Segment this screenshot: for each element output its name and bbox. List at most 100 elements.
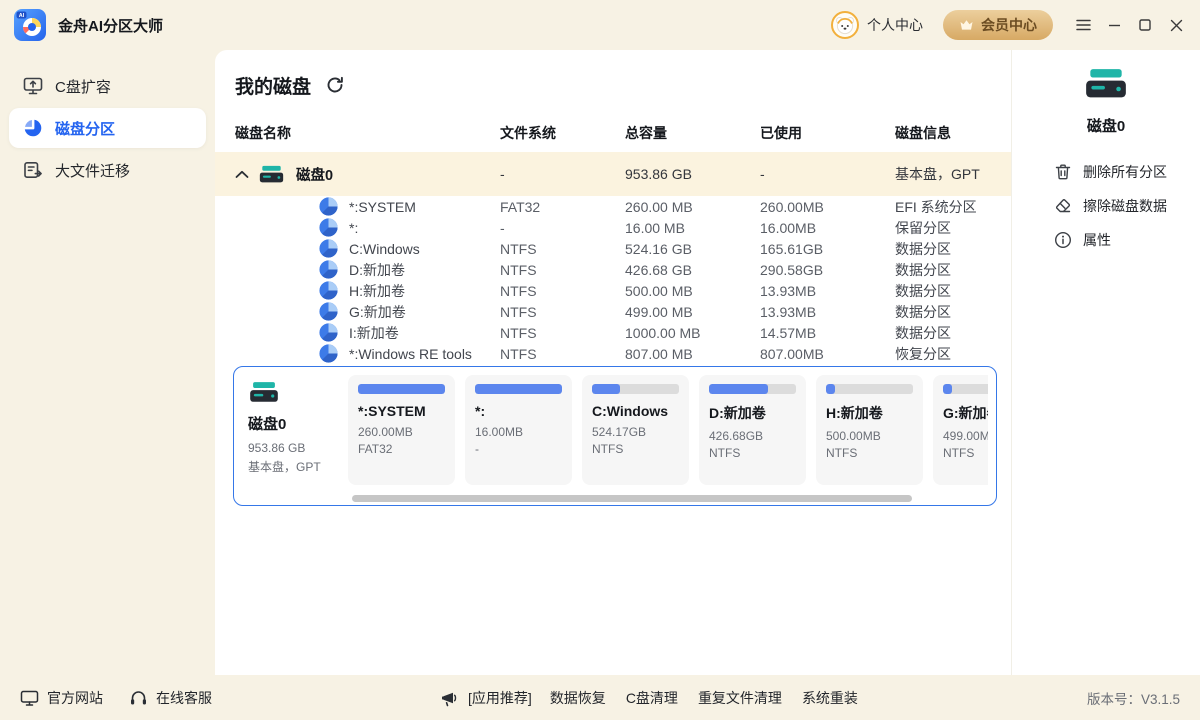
- chevron-up-icon[interactable]: [235, 170, 249, 179]
- partition-name: D:新加卷: [349, 260, 405, 280]
- usage-bar: [943, 384, 988, 394]
- disk-total: 953.86 GB: [625, 166, 760, 182]
- partition-info: 数据分区: [895, 302, 997, 322]
- card-partition-size: 426.68GB: [709, 429, 796, 443]
- partition-name: G:新加卷: [349, 302, 406, 322]
- partition-used: 260.00MB: [760, 199, 895, 215]
- partition-card[interactable]: G:新加卷 499.00MB NTFS: [933, 375, 988, 485]
- usage-bar-fill: [358, 384, 445, 394]
- header-disk-info: 磁盘信息: [895, 123, 997, 143]
- partition-pie-icon: [318, 196, 339, 217]
- header-file-system: 文件系统: [500, 123, 625, 143]
- partition-info: 数据分区: [895, 239, 997, 259]
- card-partition-fs: NTFS: [709, 446, 796, 460]
- partition-fs: NTFS: [500, 262, 625, 278]
- partition-fs: -: [500, 220, 625, 236]
- titlebar: AI 金舟AI分区大师 个人中心: [0, 0, 1200, 50]
- partition-total: 807.00 MB: [625, 346, 760, 362]
- usage-bar: [358, 384, 445, 394]
- disk-card-name: 磁盘0: [248, 413, 340, 434]
- delete-all-partitions-button[interactable]: 删除所有分区: [1054, 162, 1200, 182]
- usage-bar: [592, 384, 679, 394]
- right-panel: 磁盘0 删除所有分区 擦除磁盘数据: [1012, 50, 1200, 675]
- disk-card-size: 953.86 GB: [248, 441, 340, 455]
- action-label: 擦除磁盘数据: [1083, 196, 1167, 216]
- menu-icon[interactable]: [1069, 11, 1097, 39]
- partition-row[interactable]: *: - 16.00 MB 16.00MB 保留分区: [215, 217, 1011, 238]
- partition-row[interactable]: D:新加卷 NTFS 426.68 GB 290.58GB 数据分区: [215, 259, 1011, 280]
- partition-card[interactable]: *:SYSTEM 260.00MB FAT32: [348, 375, 455, 485]
- disk-summary-card[interactable]: 磁盘0 953.86 GB 基本盘，GPT: [242, 375, 342, 497]
- partition-card[interactable]: C:Windows 524.17GB NTFS: [582, 375, 689, 485]
- card-partition-fs: NTFS: [943, 446, 988, 460]
- computer-expand-icon: [23, 76, 43, 96]
- card-partition-size: 500.00MB: [826, 429, 913, 443]
- member-center-label: 会员中心: [981, 15, 1037, 35]
- partition-name: *:Windows RE tools: [349, 346, 472, 362]
- file-transfer-icon: [23, 160, 43, 180]
- sidebar-item-large-file-migration[interactable]: 大文件迁移: [9, 150, 206, 190]
- scrollbar-thumb[interactable]: [352, 495, 912, 502]
- online-support-link[interactable]: 在线客服: [129, 688, 212, 708]
- action-label: 属性: [1083, 230, 1111, 250]
- footer-app-link[interactable]: C盘清理: [626, 688, 678, 708]
- card-partition-fs: FAT32: [358, 442, 445, 456]
- partition-cards: *:SYSTEM 260.00MB FAT32 *: 16.00MB - C:W…: [348, 375, 988, 497]
- card-partition-name: *:: [475, 403, 562, 419]
- partition-row[interactable]: H:新加卷 NTFS 500.00 MB 13.93MB 数据分区: [215, 280, 1011, 301]
- usage-bar-fill: [943, 384, 952, 394]
- partition-used: 16.00MB: [760, 220, 895, 236]
- maximize-button[interactable]: [1131, 11, 1159, 39]
- partition-card[interactable]: D:新加卷 426.68GB NTFS: [699, 375, 806, 485]
- monitor-icon: [20, 689, 39, 707]
- card-partition-fs: -: [475, 442, 562, 456]
- partition-card[interactable]: H:新加卷 500.00MB NTFS: [816, 375, 923, 485]
- sidebar: C盘扩容 磁盘分区 大文件迁移: [0, 50, 215, 675]
- partition-rows: *:SYSTEM FAT32 260.00 MB 260.00MB EFI 系统…: [215, 196, 1011, 364]
- footer-app-link[interactable]: 数据恢复: [550, 688, 606, 708]
- horizontal-scrollbar[interactable]: [352, 495, 912, 502]
- partition-pie-icon: [318, 343, 339, 364]
- partition-used: 13.93MB: [760, 283, 895, 299]
- refresh-icon[interactable]: [325, 75, 345, 95]
- disk-map-panel: 磁盘0 953.86 GB 基本盘，GPT *:SYSTEM 260.00MB …: [233, 366, 997, 506]
- app-recommend-label: [应用推荐]: [468, 688, 532, 708]
- card-partition-name: *:SYSTEM: [358, 403, 445, 419]
- card-partition-fs: NTFS: [826, 446, 913, 460]
- sidebar-item-label: 磁盘分区: [55, 118, 115, 139]
- header-disk-name: 磁盘名称: [235, 123, 500, 143]
- partition-row[interactable]: I:新加卷 NTFS 1000.00 MB 14.57MB 数据分区: [215, 322, 1011, 343]
- partition-pie-icon: [318, 217, 339, 238]
- sidebar-item-label: C盘扩容: [55, 76, 111, 97]
- usage-bar: [709, 384, 796, 394]
- partition-row[interactable]: *:Windows RE tools NTFS 807.00 MB 807.00…: [215, 343, 1011, 364]
- disk-row[interactable]: 磁盘0 - 953.86 GB - 基本盘，GPT: [215, 152, 1011, 196]
- footer-link-label: 官方网站: [47, 688, 103, 708]
- partition-fs: NTFS: [500, 304, 625, 320]
- sidebar-item-c-drive-expand[interactable]: C盘扩容: [9, 66, 206, 106]
- header-total-capacity: 总容量: [625, 123, 760, 143]
- personal-center-link[interactable]: 个人中心: [867, 15, 923, 35]
- minimize-button[interactable]: [1100, 11, 1128, 39]
- close-button[interactable]: [1162, 11, 1190, 39]
- official-website-link[interactable]: 官方网站: [20, 688, 103, 708]
- partition-used: 165.61GB: [760, 241, 895, 257]
- properties-button[interactable]: 属性: [1054, 230, 1200, 250]
- member-center-button[interactable]: 会员中心: [943, 10, 1053, 40]
- erase-disk-data-button[interactable]: 擦除磁盘数据: [1054, 196, 1200, 216]
- partition-row[interactable]: G:新加卷 NTFS 499.00 MB 13.93MB 数据分区: [215, 301, 1011, 322]
- partition-row[interactable]: C:Windows NTFS 524.16 GB 165.61GB 数据分区: [215, 238, 1011, 259]
- footer-app-link[interactable]: 系统重装: [802, 688, 858, 708]
- partition-total: 16.00 MB: [625, 220, 760, 236]
- disk-icon-large: [1083, 66, 1129, 102]
- sidebar-item-disk-partition[interactable]: 磁盘分区: [9, 108, 206, 148]
- partition-info: 恢复分区: [895, 344, 997, 364]
- footer-promo-links: 数据恢复 C盘清理重复文件清理系统重装: [550, 688, 858, 708]
- user-avatar-icon[interactable]: [831, 11, 859, 39]
- partition-card[interactable]: *: 16.00MB -: [465, 375, 572, 485]
- footer-app-link[interactable]: 重复文件清理: [698, 688, 782, 708]
- partition-info: 数据分区: [895, 323, 997, 343]
- partition-row[interactable]: *:SYSTEM FAT32 260.00 MB 260.00MB EFI 系统…: [215, 196, 1011, 217]
- pie-chart-icon: [23, 118, 43, 138]
- card-partition-name: C:Windows: [592, 403, 679, 419]
